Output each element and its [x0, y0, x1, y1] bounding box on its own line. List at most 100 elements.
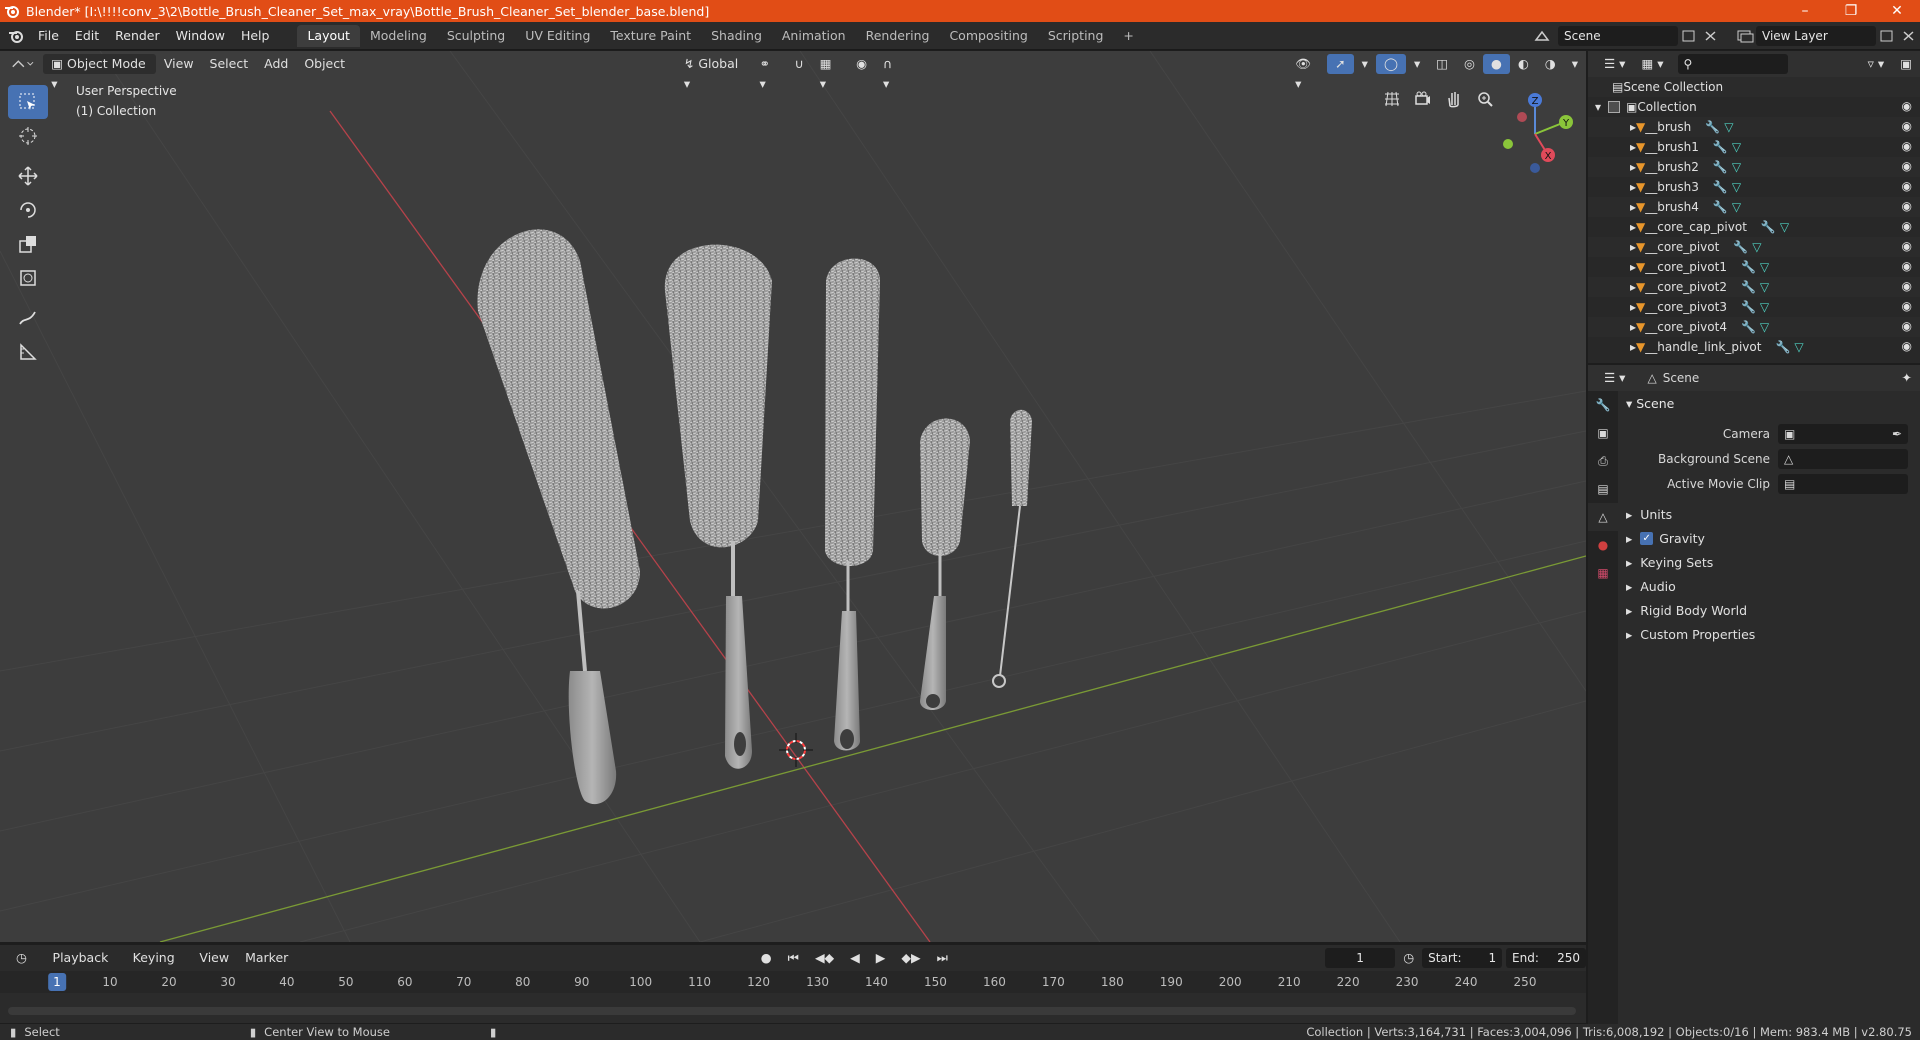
- eye-icon[interactable]: ◉: [1902, 279, 1912, 293]
- eye-icon[interactable]: ◉: [1902, 339, 1912, 353]
- falloff-icon[interactable]: ∩ ▾: [875, 54, 909, 91]
- cursor-tool[interactable]: [8, 119, 48, 153]
- eye-icon[interactable]: ◉: [1902, 219, 1912, 233]
- eye-icon[interactable]: ◉: [1902, 159, 1912, 173]
- tab-rendering[interactable]: Rendering: [856, 25, 940, 47]
- tab-scripting[interactable]: Scripting: [1038, 25, 1114, 47]
- select-menu[interactable]: Select: [202, 54, 257, 74]
- gizmo-dropdown-icon[interactable]: ▾: [1354, 54, 1376, 74]
- scene-tab-icon[interactable]: △: [1588, 503, 1618, 531]
- start-frame-field[interactable]: Start: 1: [1422, 948, 1503, 968]
- eyedropper-icon[interactable]: ✒: [1892, 427, 1902, 441]
- outliner-item[interactable]: ▸ ▼ __core_pivot4 🔧 ▽ ◉: [1588, 317, 1920, 337]
- view-layer-icon[interactable]: [1734, 28, 1756, 44]
- audio-panel[interactable]: ▸ Audio: [1618, 574, 1920, 598]
- proportional-editing-icon[interactable]: ◉: [848, 54, 875, 74]
- delete-view-layer-icon[interactable]: [1898, 28, 1920, 44]
- eye-icon[interactable]: ◉: [1902, 179, 1912, 193]
- new-view-layer-icon[interactable]: [1876, 28, 1898, 44]
- close-button[interactable]: ✕: [1874, 0, 1920, 22]
- units-panel[interactable]: ▸ Units: [1618, 502, 1920, 526]
- checkbox-icon[interactable]: [1608, 101, 1620, 113]
- material-shading-icon[interactable]: ◐: [1510, 54, 1537, 74]
- solid-shading-icon[interactable]: ●: [1482, 54, 1510, 74]
- brush-object[interactable]: [664, 244, 772, 769]
- outliner-item[interactable]: ▸ ▼ __brush4 🔧 ▽ ◉: [1588, 197, 1920, 217]
- timeline-view-menu[interactable]: View: [191, 948, 237, 968]
- tab-modeling[interactable]: Modeling: [360, 25, 437, 47]
- pan-hand-icon[interactable]: [1440, 85, 1468, 113]
- zoom-icon[interactable]: [1471, 85, 1499, 113]
- measure-tool[interactable]: [8, 335, 48, 369]
- output-tab-icon[interactable]: ⎙: [1588, 447, 1618, 475]
- minimize-button[interactable]: –: [1782, 0, 1828, 22]
- play-icon[interactable]: ▶: [868, 948, 894, 968]
- next-keyframe-icon[interactable]: ◆▶: [893, 948, 928, 968]
- expand-arrow-icon[interactable]: ▸: [1588, 220, 1636, 234]
- rendered-shading-icon[interactable]: ◑: [1537, 54, 1564, 74]
- play-reverse-icon[interactable]: ◀: [842, 948, 868, 968]
- world-tab-icon[interactable]: ●: [1588, 531, 1618, 559]
- outliner-item[interactable]: ▸ ▼ __core_pivot 🔧 ▽ ◉: [1588, 237, 1920, 257]
- menu-render[interactable]: Render: [107, 25, 168, 47]
- rotate-tool[interactable]: [8, 193, 48, 227]
- 3d-cursor[interactable]: [779, 733, 813, 767]
- brush-object[interactable]: [992, 409, 1032, 688]
- outliner-editor-type-icon[interactable]: ☰ ▾: [1596, 54, 1633, 74]
- marker-menu[interactable]: Marker: [237, 948, 296, 968]
- wireframe-shading-icon[interactable]: ◎: [1456, 54, 1483, 74]
- tab-texture-paint[interactable]: Texture Paint: [600, 25, 701, 47]
- new-collection-icon[interactable]: ▣: [1892, 54, 1920, 74]
- tab-compositing[interactable]: Compositing: [939, 25, 1037, 47]
- eye-icon[interactable]: ◉: [1902, 119, 1912, 133]
- snap-icon[interactable]: ∪: [787, 54, 812, 74]
- menu-window[interactable]: Window: [168, 25, 233, 47]
- outliner-item[interactable]: ▸ ▼ __handle_link_pivot 🔧 ▽ ◉: [1588, 337, 1920, 357]
- timeline-editor-type-icon[interactable]: ◷ ▾: [8, 948, 45, 985]
- expand-arrow-icon[interactable]: ▸: [1588, 180, 1636, 194]
- tab-layout[interactable]: Layout: [297, 24, 360, 47]
- scene-icon[interactable]: [1534, 28, 1552, 44]
- outliner-search-input[interactable]: ⚲: [1677, 54, 1788, 74]
- record-icon[interactable]: ●: [753, 948, 780, 968]
- eye-icon[interactable]: ◉: [1902, 319, 1912, 333]
- delete-scene-icon[interactable]: [1700, 28, 1722, 44]
- eye-icon[interactable]: ◉: [1902, 199, 1912, 213]
- expand-arrow-icon[interactable]: ▸: [1588, 200, 1636, 214]
- outliner-item[interactable]: ▸ ▼ __core_pivot3 🔧 ▽ ◉: [1588, 297, 1920, 317]
- gizmo-toggle-icon[interactable]: ➚: [1327, 54, 1354, 74]
- editor-type-icon[interactable]: [10, 55, 36, 73]
- render-tab-icon[interactable]: ▣: [1588, 419, 1618, 447]
- transform-tool[interactable]: [8, 261, 48, 295]
- tab-animation[interactable]: Animation: [772, 25, 856, 47]
- rigid-body-world-panel[interactable]: ▸ Rigid Body World: [1618, 598, 1920, 622]
- playback-menu[interactable]: Playback ▾: [45, 948, 125, 985]
- eye-icon[interactable]: ◉: [1902, 99, 1912, 113]
- 3d-viewport[interactable]: ▣ Object Mode ▾ View Select Add Object ↯…: [0, 51, 1586, 942]
- outliner-item[interactable]: ▸ ▼ __core_cap_pivot 🔧 ▽ ◉: [1588, 217, 1920, 237]
- scene-panel-header[interactable]: ▾ Scene: [1618, 391, 1920, 415]
- add-workspace-button[interactable]: +: [1113, 25, 1143, 47]
- eye-icon[interactable]: ◉: [1902, 299, 1912, 313]
- tab-shading[interactable]: Shading: [701, 25, 772, 47]
- current-frame-indicator[interactable]: 1: [48, 973, 66, 991]
- expand-arrow-icon[interactable]: ▸: [1588, 120, 1636, 134]
- menu-file[interactable]: File: [30, 25, 67, 47]
- keying-sets-panel[interactable]: ▸ Keying Sets: [1618, 550, 1920, 574]
- end-frame-field[interactable]: End: 250: [1506, 948, 1587, 968]
- new-scene-icon[interactable]: [1678, 28, 1700, 44]
- tab-uv-editing[interactable]: UV Editing: [515, 25, 600, 47]
- visibility-icon[interactable]: 👁 ▾: [1287, 54, 1327, 91]
- brush-object[interactable]: [477, 229, 640, 805]
- frame-ruler[interactable]: 1 10 20 30 40 50 60 70 80 90 100 110 120 130 140 150 160…: [0, 971, 1586, 993]
- blender-menu-icon[interactable]: [8, 28, 24, 44]
- expand-arrow-icon[interactable]: ▸: [1588, 240, 1636, 254]
- expand-arrow-icon[interactable]: ▸: [1588, 140, 1636, 154]
- move-tool[interactable]: [8, 159, 48, 193]
- eye-icon[interactable]: ◉: [1902, 259, 1912, 273]
- keying-menu[interactable]: Keying ▾: [125, 948, 192, 985]
- current-frame-field[interactable]: 1: [1324, 948, 1396, 968]
- transform-orientation-dropdown[interactable]: ↯ Global ▾: [676, 54, 752, 91]
- outliner-item[interactable]: ▸ ▼ __brush3 🔧 ▽ ◉: [1588, 177, 1920, 197]
- outliner-item[interactable]: ▸ ▼ __brush2 🔧 ▽ ◉: [1588, 157, 1920, 177]
